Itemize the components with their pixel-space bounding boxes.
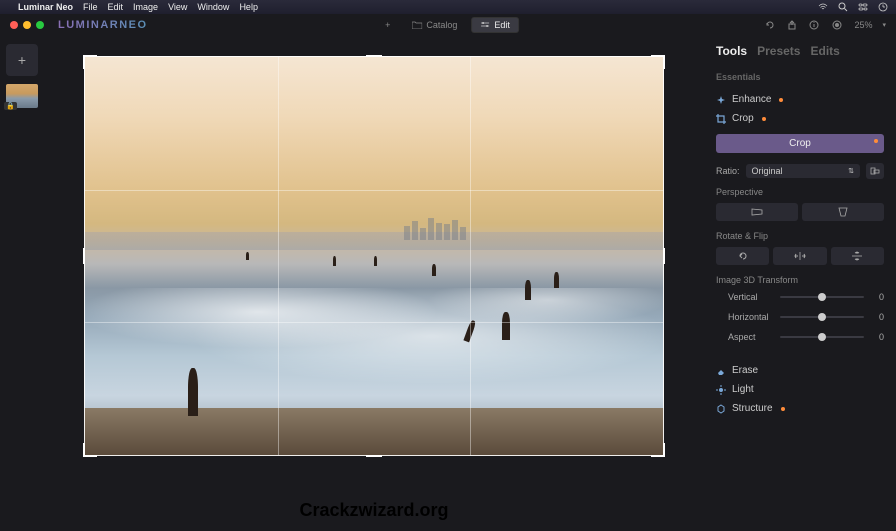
light-icon xyxy=(716,385,726,395)
slider-horizontal[interactable]: Horizontal 0 xyxy=(716,311,884,323)
window-titlebar: LUMINARNEO + Catalog Edit 25% ▾ xyxy=(0,14,896,36)
flip-h-icon xyxy=(794,251,806,261)
menubar-app-name[interactable]: Luminar Neo xyxy=(18,2,73,12)
essentials-section-label: Essentials xyxy=(716,72,884,82)
clock-icon[interactable] xyxy=(878,2,888,12)
tool-enhance-label: Enhance xyxy=(732,94,771,105)
tool-crop[interactable]: Crop xyxy=(716,109,884,128)
filmstrip: + 🔒 xyxy=(0,36,44,531)
menubar-file[interactable]: File xyxy=(83,2,98,12)
perspective-v-icon xyxy=(836,207,850,217)
tab-tools[interactable]: Tools xyxy=(716,44,747,58)
flip-horizontal-button[interactable] xyxy=(773,247,826,265)
canvas-area: Crackzwizard.org xyxy=(44,36,704,531)
perspective-horizontal-button[interactable] xyxy=(716,203,798,221)
slider-vertical-value: 0 xyxy=(872,292,884,302)
chevron-down-icon[interactable]: ▾ xyxy=(882,21,886,29)
tool-light[interactable]: Light xyxy=(716,380,884,399)
slider-vertical-label: Vertical xyxy=(728,292,772,302)
swap-icon xyxy=(870,166,880,176)
slider-aspect-label: Aspect xyxy=(728,332,772,342)
tool-enhance[interactable]: Enhance xyxy=(716,90,884,109)
watermark-text: Crackzwizard.org xyxy=(299,500,448,521)
tool-erase[interactable]: Erase xyxy=(716,361,884,380)
tab-presets[interactable]: Presets xyxy=(757,44,800,58)
rotate-flip-label: Rotate & Flip xyxy=(716,231,884,241)
tool-erase-label: Erase xyxy=(732,365,758,376)
perspective-label: Perspective xyxy=(716,187,884,197)
crop-icon xyxy=(716,114,726,124)
right-panel: Tools Presets Edits Essentials Enhance C… xyxy=(704,36,896,531)
catalog-label: Catalog xyxy=(426,20,457,30)
crop-subpanel: Crop Ratio: Original ⇅ Perspective xyxy=(716,128,884,361)
ratio-label: Ratio: xyxy=(716,166,740,176)
undo-icon[interactable] xyxy=(764,19,776,31)
crop-apply-button[interactable]: Crop xyxy=(716,134,884,153)
photo-preview xyxy=(84,56,664,456)
transform-label: Image 3D Transform xyxy=(716,275,884,285)
tool-crop-label: Crop xyxy=(732,113,754,124)
canvas[interactable] xyxy=(84,56,664,456)
tool-structure-label: Structure xyxy=(732,403,773,414)
perspective-vertical-button[interactable] xyxy=(802,203,884,221)
export-icon[interactable] xyxy=(786,19,798,31)
close-window-button[interactable] xyxy=(10,21,18,29)
add-image-button[interactable]: + xyxy=(377,18,398,32)
flip-v-icon xyxy=(851,251,863,261)
traffic-lights xyxy=(10,21,44,29)
ratio-value: Original xyxy=(752,166,783,176)
flip-vertical-button[interactable] xyxy=(831,247,884,265)
compare-icon[interactable] xyxy=(830,19,844,31)
plus-icon: + xyxy=(385,20,390,30)
rotate-button[interactable] xyxy=(716,247,769,265)
catalog-mode-button[interactable]: Catalog xyxy=(404,18,465,32)
structure-icon xyxy=(716,404,726,414)
photo-thumbnail[interactable]: 🔒 xyxy=(6,84,38,108)
maximize-window-button[interactable] xyxy=(36,21,44,29)
menubar-help[interactable]: Help xyxy=(239,2,258,12)
crop-apply-label: Crop xyxy=(789,138,811,149)
control-center-icon[interactable] xyxy=(858,2,868,12)
slider-knob[interactable] xyxy=(818,333,826,341)
search-icon[interactable] xyxy=(838,2,848,12)
rotate-icon xyxy=(737,251,749,261)
slider-knob[interactable] xyxy=(818,313,826,321)
folder-icon xyxy=(412,21,422,29)
enhance-icon xyxy=(716,95,726,105)
slider-vertical[interactable]: Vertical 0 xyxy=(716,291,884,303)
slider-horizontal-value: 0 xyxy=(872,312,884,322)
add-photo-button[interactable]: + xyxy=(6,44,38,76)
app-title: LUMINARNEO xyxy=(58,19,148,31)
tool-structure[interactable]: Structure xyxy=(716,399,884,418)
menubar-window[interactable]: Window xyxy=(197,2,229,12)
lock-icon: 🔒 xyxy=(4,102,17,110)
slider-aspect-value: 0 xyxy=(872,332,884,342)
edit-mode-button[interactable]: Edit xyxy=(471,17,519,33)
perspective-h-icon xyxy=(750,207,764,217)
info-icon[interactable] xyxy=(808,19,820,31)
modified-indicator-icon xyxy=(781,407,785,411)
edit-label: Edit xyxy=(494,20,510,30)
modified-indicator-icon xyxy=(874,139,878,143)
modified-indicator-icon xyxy=(779,98,783,102)
swap-orientation-button[interactable] xyxy=(866,163,884,179)
minimize-window-button[interactable] xyxy=(23,21,31,29)
sliders-icon xyxy=(480,21,490,29)
wifi-icon[interactable] xyxy=(818,2,828,12)
plus-icon: + xyxy=(18,52,26,68)
menubar-view[interactable]: View xyxy=(168,2,187,12)
tab-edits[interactable]: Edits xyxy=(810,44,839,58)
zoom-level[interactable]: 25% xyxy=(854,20,872,30)
ratio-select[interactable]: Original ⇅ xyxy=(746,164,860,178)
modified-indicator-icon xyxy=(762,117,766,121)
chevron-updown-icon: ⇅ xyxy=(848,167,854,175)
erase-icon xyxy=(716,366,726,376)
menubar-edit[interactable]: Edit xyxy=(108,2,124,12)
slider-horizontal-label: Horizontal xyxy=(728,312,772,322)
slider-knob[interactable] xyxy=(818,293,826,301)
macos-menubar: Luminar Neo File Edit Image View Window … xyxy=(0,0,896,14)
menubar-image[interactable]: Image xyxy=(133,2,158,12)
tool-light-label: Light xyxy=(732,384,754,395)
slider-aspect[interactable]: Aspect 0 xyxy=(716,331,884,343)
